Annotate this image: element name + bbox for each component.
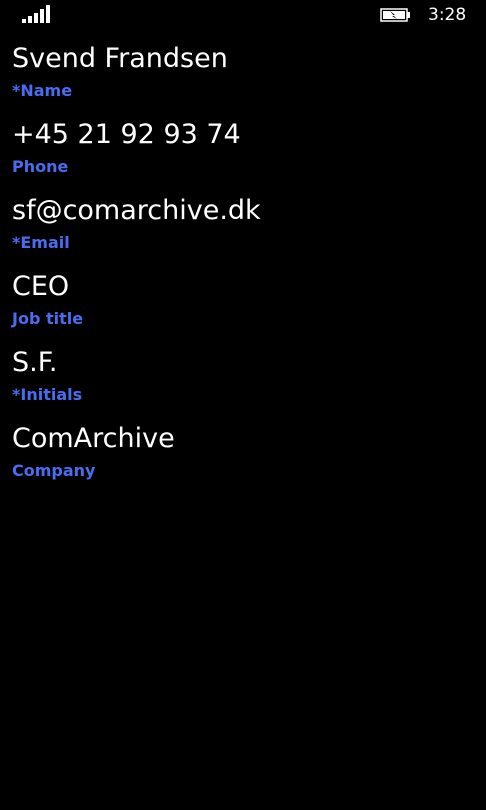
signal-bars-icon (22, 5, 52, 23)
name-field[interactable]: Svend Frandsen *Name (12, 38, 474, 114)
job-title-label: Job title (12, 309, 84, 328)
status-clock: 3:28 (428, 5, 467, 25)
job-title-value: CEO (12, 271, 70, 302)
contact-fields: Svend Frandsen *Name +45 21 92 93 74 Pho… (12, 38, 474, 494)
phone-value: +45 21 92 93 74 (12, 119, 241, 150)
company-value: ComArchive (12, 423, 175, 454)
email-value: sf@comarchive.dk (12, 195, 261, 226)
email-field[interactable]: sf@comarchive.dk *Email (12, 190, 474, 266)
job-title-field[interactable]: CEO Job title (12, 266, 474, 342)
company-label: Company (12, 461, 96, 480)
initials-value: S.F. (12, 347, 58, 378)
name-value: Svend Frandsen (12, 43, 228, 74)
company-field[interactable]: ComArchive Company (12, 418, 474, 494)
email-label: *Email (12, 233, 70, 252)
name-label: *Name (12, 81, 73, 100)
status-bar: 3:28 (0, 0, 486, 32)
initials-label: *Initials (12, 385, 83, 404)
phone-field[interactable]: +45 21 92 93 74 Phone (12, 114, 474, 190)
phone-label: Phone (12, 157, 69, 176)
initials-field[interactable]: S.F. *Initials (12, 342, 474, 418)
battery-charging-icon (380, 8, 410, 22)
